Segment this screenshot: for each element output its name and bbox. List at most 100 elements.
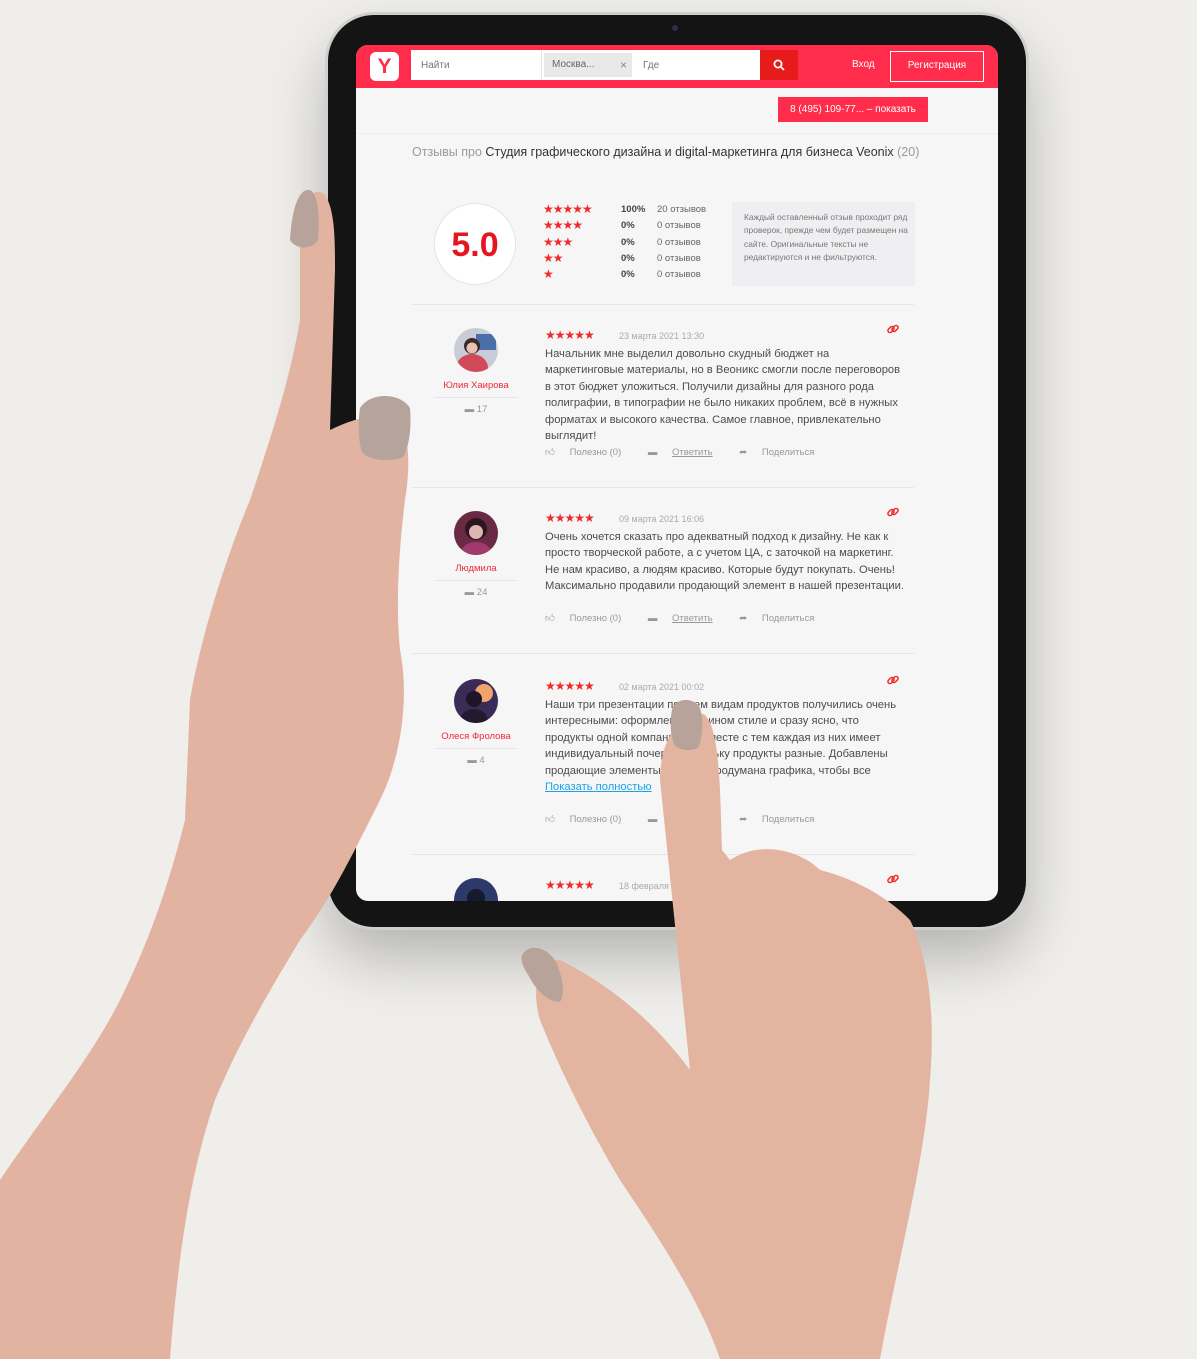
tablet-device: Y Москва... × Вход Регис xyxy=(328,15,1026,927)
link-icon[interactable] xyxy=(886,322,900,336)
useful-button[interactable]: 👍︎ Полезно (0) xyxy=(545,814,633,825)
comment-icon: ▬ xyxy=(647,613,658,624)
review-date: 09 марта 2021 16:06 xyxy=(619,514,705,524)
rating-row-5[interactable]: ★★★★★ 100% 20 отзывов xyxy=(543,202,723,218)
avatar[interactable] xyxy=(454,679,498,723)
comment-icon: ▬ xyxy=(647,447,658,458)
divider xyxy=(434,748,518,749)
rating-score: 5.0 xyxy=(434,203,516,285)
register-button[interactable]: Регистрация xyxy=(890,51,984,82)
review-date: 23 марта 2021 13:30 xyxy=(619,331,705,341)
divider xyxy=(434,580,518,581)
star-icons: ★★ xyxy=(543,250,563,265)
rating-row-2[interactable]: ★★ 0% 0 отзывов xyxy=(543,251,723,267)
rating-percent: 0% xyxy=(621,252,635,264)
comments-number: 4 xyxy=(479,755,485,766)
review-date: 02 марта 2021 00:02 xyxy=(619,682,705,692)
search-bar: Москва... × xyxy=(411,50,798,80)
divider xyxy=(434,397,518,398)
review-actions: 👍︎ Полезно (0) ▬ Ответить ➦ Поделиться xyxy=(545,446,838,458)
share-icon: ➦ xyxy=(739,814,748,825)
review-actions: 👍︎ Полезно (0) ▬ Ответить ➦ Поделиться xyxy=(545,813,838,825)
show-more-link[interactable]: Показать полностью xyxy=(545,781,652,793)
review-text-body: Наши три презентации по всем видам проду… xyxy=(545,699,897,777)
share-icon: ➦ xyxy=(739,447,748,458)
rating-breakdown: ★★★★★ 100% 20 отзывов ★★★★ 0% 0 отзывов … xyxy=(543,202,723,283)
reply-label: Ответить xyxy=(672,447,713,458)
star-icons: ★★★ xyxy=(543,234,573,249)
avatar[interactable] xyxy=(454,878,498,901)
rating-row-4[interactable]: ★★★★ 0% 0 отзывов xyxy=(543,218,723,234)
link-icon[interactable] xyxy=(886,872,900,886)
review-count: (20) xyxy=(897,145,920,159)
share-button[interactable]: ➦ Поделиться xyxy=(739,613,826,624)
review-actions: 👍︎ Полезно (0) ▬ Ответить ➦ Поделиться xyxy=(545,612,838,624)
reply-button[interactable]: ▬ Ответить xyxy=(648,814,725,825)
company-name: Студия графического дизайна и digital-ма… xyxy=(485,145,894,159)
link-icon[interactable] xyxy=(886,505,900,519)
share-icon: ➦ xyxy=(739,613,748,624)
share-button[interactable]: ➦ Поделиться xyxy=(739,447,826,458)
comment-icon: ▬ xyxy=(467,755,477,766)
reply-button[interactable]: ▬ Ответить xyxy=(648,447,725,458)
show-phone-button[interactable]: 8 (495) 109-77... – показать xyxy=(778,97,928,122)
reply-button[interactable]: ▬ Ответить xyxy=(648,613,725,624)
share-button[interactable]: ➦ Поделиться xyxy=(739,814,826,825)
star-icons: ★★★★ xyxy=(543,218,583,233)
title-prefix: Отзывы про xyxy=(412,145,482,159)
thumbs-up-icon: 👍︎ xyxy=(545,447,555,458)
rating-percent: 100% xyxy=(621,204,646,215)
star-icons: ★ xyxy=(543,267,554,282)
author-name[interactable]: Олеся Фролова xyxy=(412,731,540,742)
rating-count: 0 отзывов xyxy=(657,236,701,248)
author-name[interactable]: Юлия Хаирова xyxy=(412,380,540,391)
logo[interactable]: Y xyxy=(370,52,399,81)
rating-count: 0 отзывов xyxy=(657,252,701,264)
page-title: Отзывы про Студия графического дизайна и… xyxy=(412,144,932,161)
city-clear-icon[interactable]: × xyxy=(620,53,627,77)
star-icons: ★★★★★ xyxy=(543,202,593,216)
comments-count: ▬ 4 xyxy=(412,755,540,766)
review-text: Наши три презентации по всем видам проду… xyxy=(545,697,905,795)
city-label: Москва... xyxy=(552,59,595,70)
rating-count: 0 отзывов xyxy=(657,269,701,281)
useful-label: Полезно (0) xyxy=(569,613,622,624)
share-label: Поделиться xyxy=(761,814,815,825)
avatar[interactable] xyxy=(454,328,498,372)
reply-label: Ответить xyxy=(672,613,713,624)
comments-number: 24 xyxy=(476,587,488,598)
rating-row-3[interactable]: ★★★ 0% 0 отзывов xyxy=(543,235,723,251)
divider xyxy=(412,653,914,654)
useful-label: Полезно (0) xyxy=(569,447,622,458)
review-text: Очень хочется сказать про адекватный под… xyxy=(545,531,905,593)
review-date: 18 февраля 2021 xyxy=(619,881,692,891)
divider xyxy=(412,854,914,855)
divider xyxy=(412,304,914,305)
author-name[interactable]: Людмила xyxy=(412,563,540,574)
comments-number: 17 xyxy=(476,404,488,415)
link-icon[interactable] xyxy=(886,673,900,687)
search-icon xyxy=(773,59,785,71)
share-label: Поделиться xyxy=(761,447,815,458)
search-input[interactable] xyxy=(411,50,541,80)
rating-count: 0 отзывов xyxy=(657,220,701,232)
comments-count: ▬ 17 xyxy=(412,404,540,415)
useful-button[interactable]: 👍︎ Полезно (0) xyxy=(545,447,633,458)
reply-label: Ответить xyxy=(672,814,713,825)
avatar[interactable] xyxy=(454,511,498,555)
comment-icon: ▬ xyxy=(647,814,658,825)
screen: Y Москва... × Вход Регис xyxy=(356,45,998,901)
search-button[interactable] xyxy=(760,50,798,80)
share-label: Поделиться xyxy=(761,613,815,624)
useful-label: Полезно (0) xyxy=(569,814,622,825)
rating-percent: 0% xyxy=(621,220,635,232)
search-what-field[interactable] xyxy=(411,50,542,80)
login-link[interactable]: Вход xyxy=(852,59,875,70)
rating-row-1[interactable]: ★ 0% 0 отзывов xyxy=(543,267,723,283)
comment-icon: ▬ xyxy=(464,587,475,598)
useful-button[interactable]: 👍︎ Полезно (0) xyxy=(545,613,633,624)
city-chip[interactable]: Москва... × xyxy=(544,53,632,77)
review-stars: ★★★★★ xyxy=(545,878,595,892)
moderation-note: Каждый оставленный отзыв проходит ряд пр… xyxy=(732,202,915,286)
review-stars: ★★★★★ xyxy=(545,328,595,342)
